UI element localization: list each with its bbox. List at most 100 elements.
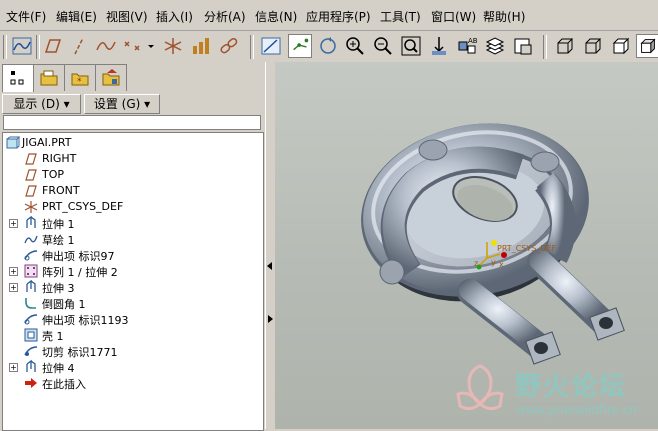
watermark-logo-icon	[456, 364, 504, 411]
tree-item-label: 阵列 1 / 拉伸 2	[42, 266, 118, 279]
zoom-in-icon[interactable]	[343, 34, 367, 58]
datum-plane-icon[interactable]	[40, 34, 64, 58]
datum-axis-icon[interactable]	[67, 34, 91, 58]
settings-menu-button[interactable]: 设置 (G) ▾	[84, 94, 160, 114]
expand-icon[interactable]: +	[9, 219, 18, 228]
menu-analysis[interactable]: 分析(A)	[204, 8, 246, 25]
part-icon	[6, 136, 20, 149]
tree-item-sketch-1[interactable]: 草绘 1	[3, 231, 263, 247]
datum-csys-icon[interactable]	[161, 34, 185, 58]
tree-path-field	[3, 115, 261, 130]
tree-item-part[interactable]: JIGAI.PRT	[3, 135, 263, 151]
tree-item-label: 拉伸 1	[42, 218, 75, 231]
sketch-icon	[24, 235, 38, 244]
sketcher-display-icon[interactable]	[259, 34, 283, 58]
csys-label: PRT_CSYS_DEF	[497, 244, 557, 253]
tab-model-tree[interactable]	[2, 64, 34, 92]
show-menu-button[interactable]: 显示 (D) ▾	[2, 94, 81, 114]
datum-plane-icon	[25, 169, 37, 181]
csys-axis-y-label: y	[491, 258, 496, 267]
tree-item-label: FRONT	[42, 184, 80, 197]
toolbar-grip	[3, 35, 7, 59]
analysis-feature-icon[interactable]	[189, 34, 213, 58]
hidden-line-icon[interactable]	[581, 34, 605, 58]
tree-item-shell-1[interactable]: 壳 1	[3, 327, 263, 343]
csys-icon	[24, 201, 38, 213]
tree-item-protrusion-97[interactable]: 伸出项 标识97	[3, 247, 263, 263]
round-icon	[25, 298, 36, 309]
tree-item-label: 在此插入	[42, 378, 86, 391]
tree-item-pattern-1[interactable]: + 阵列 1 / 拉伸 2	[3, 263, 263, 279]
tree-item-label: 伸出项 标识1193	[42, 314, 129, 327]
tab-connections[interactable]	[95, 64, 127, 91]
csys-axis-x-label: x	[499, 260, 504, 269]
site-watermark: 野火论坛 www.proewildfire.cn	[450, 360, 655, 426]
expand-right-icon[interactable]	[268, 315, 273, 323]
wireframe-icon[interactable]	[553, 34, 577, 58]
expand-icon[interactable]: +	[9, 283, 18, 292]
datum-curve-sketch-icon[interactable]	[10, 34, 34, 58]
model-tree: JIGAI.PRT RIGHT TOP FRONT PRT_CSYS_DEF +…	[2, 132, 264, 431]
tree-item-csys[interactable]: PRT_CSYS_DEF	[3, 199, 263, 215]
extrude-icon	[26, 216, 36, 228]
tab-favorites[interactable]: *	[64, 64, 96, 91]
tree-item-label: 切剪 标识1771	[42, 346, 118, 359]
tree-item-label: JIGAI.PRT	[22, 136, 72, 149]
shading-toggle[interactable]	[636, 34, 658, 58]
insert-arrow-icon	[25, 378, 37, 388]
menu-applications[interactable]: 应用程序(P)	[306, 8, 371, 25]
menu-info[interactable]: 信息(N)	[255, 8, 297, 25]
orient-icon[interactable]	[427, 34, 451, 58]
chevron-down-icon[interactable]	[146, 34, 156, 58]
menu-tools[interactable]: 工具(T)	[380, 8, 421, 25]
chain-link-icon[interactable]	[217, 34, 241, 58]
datum-point-display-toggle[interactable]	[288, 34, 312, 58]
protrusion-icon	[24, 314, 38, 325]
menu-file[interactable]: 文件(F)	[6, 8, 46, 25]
extrude-icon	[26, 280, 36, 292]
tree-item-front-plane[interactable]: FRONT	[3, 183, 263, 199]
zoom-out-icon[interactable]	[371, 34, 395, 58]
cut-icon	[24, 346, 38, 356]
datum-plane-icon	[25, 153, 37, 165]
tree-item-right-plane[interactable]: RIGHT	[3, 151, 263, 167]
datum-point-icon[interactable]	[121, 34, 145, 58]
tree-item-cut-1771[interactable]: 切剪 标识1771	[3, 343, 263, 359]
watermark-title: 野火论坛	[515, 372, 628, 402]
expand-icon[interactable]: +	[9, 267, 18, 276]
datum-curve-icon[interactable]	[94, 34, 118, 58]
tree-item-label: PRT_CSYS_DEF	[42, 200, 124, 213]
tree-item-insert-here[interactable]: 在此插入	[3, 375, 263, 391]
menu-edit[interactable]: 编辑(E)	[56, 8, 97, 25]
view-manager-icon[interactable]: AB	[455, 34, 479, 58]
tree-item-label: 伸出项 标识97	[42, 250, 115, 263]
menu-bar: 文件(F) 编辑(E) 视图(V) 插入(I) 分析(A) 信息(N) 应用程序…	[0, 0, 658, 31]
layers-icon[interactable]	[483, 34, 507, 58]
csys-axis-z-label: z	[474, 259, 479, 268]
extrude-icon	[26, 360, 36, 372]
refit-icon[interactable]	[399, 34, 423, 58]
no-hidden-icon[interactable]	[609, 34, 633, 58]
collapse-left-icon[interactable]	[267, 262, 272, 270]
menu-window[interactable]: 窗口(W)	[431, 8, 476, 25]
tree-item-label: 拉伸 3	[42, 282, 75, 295]
tree-item-protrusion-1193[interactable]: 伸出项 标识1193	[3, 311, 263, 327]
tab-folder-browser[interactable]	[33, 64, 65, 91]
tree-item-label: 拉伸 4	[42, 362, 75, 375]
tree-item-extrude-3[interactable]: + 拉伸 3	[3, 279, 263, 295]
save-view-icon[interactable]	[511, 34, 535, 58]
toolbar: AB	[0, 31, 658, 63]
menu-help[interactable]: 帮助(H)	[483, 8, 525, 25]
expand-icon[interactable]: +	[9, 363, 18, 372]
menu-insert[interactable]: 插入(I)	[156, 8, 193, 25]
tree-item-extrude-1[interactable]: + 拉伸 1	[3, 215, 263, 231]
model-tree-panel: * 显示 (D) ▾ 设置 (G) ▾ JIGAI.PRT RIGHT TOP …	[0, 62, 265, 431]
redraw-icon[interactable]	[316, 34, 340, 58]
shell-icon	[24, 328, 38, 342]
tree-item-round-1[interactable]: 倒圆角 1	[3, 295, 263, 311]
tree-item-extrude-4[interactable]: + 拉伸 4	[3, 359, 263, 375]
pattern-icon	[24, 264, 38, 278]
menu-view[interactable]: 视图(V)	[106, 8, 148, 25]
tree-item-top-plane[interactable]: TOP	[3, 167, 263, 183]
datum-plane-icon	[25, 185, 37, 197]
